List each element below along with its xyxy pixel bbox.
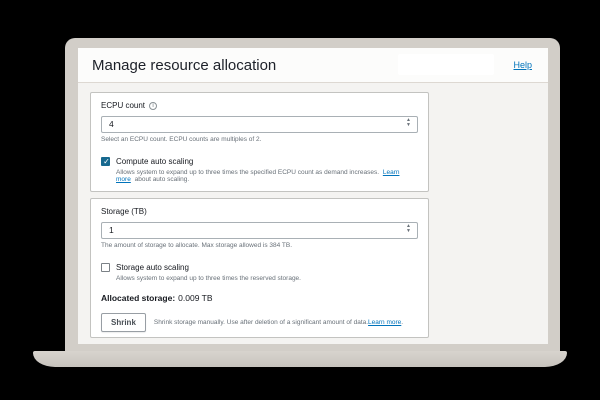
redacted-area [398, 54, 494, 75]
stepper-down-icon[interactable]: ▼ [406, 123, 411, 128]
page-header: Manage resource allocation Help [78, 48, 548, 83]
ecpu-count-input[interactable] [101, 116, 418, 133]
ecpu-input-wrap: ▲ ▼ [101, 114, 418, 133]
compute-autoscaling-description-text: Allows system to expand up to three time… [116, 169, 379, 176]
storage-input-wrap: ▲ ▼ [101, 220, 418, 239]
laptop-bezel: Manage resource allocation Help ECPU cou… [65, 38, 560, 351]
storage-stepper[interactable]: ▲ ▼ [404, 222, 413, 235]
storage-tb-label: Storage (TB) [101, 207, 147, 216]
storage-helper-text: The amount of storage to allocate. Max s… [101, 242, 418, 249]
allocated-storage-row: Allocated storage:0.009 TB [101, 293, 418, 303]
storage-section-card: Storage (TB) ▲ ▼ The amount of storage t… [90, 198, 429, 338]
help-link[interactable]: Help [513, 60, 532, 70]
compute-autoscaling-label[interactable]: Compute auto scaling [116, 157, 193, 166]
compute-autoscaling-row[interactable]: ✓ Compute auto scaling [101, 157, 418, 166]
info-icon[interactable]: i [149, 102, 157, 110]
learn-more-shrink-link[interactable]: Learn more [368, 319, 401, 326]
ecpu-label-row: ECPU count i [101, 101, 418, 110]
shrink-row: Shrink Shrink storage manually. Use afte… [101, 313, 418, 332]
shrink-description: Shrink storage manually. Use after delet… [154, 319, 403, 326]
device-mockup-stage: Manage resource allocation Help ECPU cou… [0, 0, 600, 400]
compute-autoscaling-description-suffix: about auto scaling. [135, 176, 190, 183]
compute-autoscaling-description: Allows system to expand up to three time… [116, 169, 418, 183]
compute-section-card: ECPU count i ▲ ▼ Select an ECPU count. E… [90, 92, 429, 192]
ecpu-stepper[interactable]: ▲ ▼ [404, 116, 413, 129]
shrink-description-text: Shrink storage manually. Use after delet… [154, 319, 368, 326]
checkbox-check-icon: ✓ [102, 157, 111, 167]
form-content: ECPU count i ▲ ▼ Select an ECPU count. E… [78, 84, 548, 344]
storage-autoscaling-checkbox[interactable] [101, 263, 110, 272]
compute-autoscaling-checkbox[interactable]: ✓ [101, 157, 110, 166]
shrink-description-suffix: . [401, 319, 403, 326]
page-title: Manage resource allocation [92, 57, 276, 74]
storage-autoscaling-label[interactable]: Storage auto scaling [116, 263, 189, 272]
shrink-button[interactable]: Shrink [101, 313, 146, 332]
storage-label-row: Storage (TB) [101, 207, 418, 216]
storage-autoscaling-description: Allows system to expand up to three time… [116, 275, 418, 282]
storage-autoscaling-description-text: Allows system to expand up to three time… [116, 275, 301, 282]
stepper-down-icon[interactable]: ▼ [406, 229, 411, 234]
storage-autoscaling-row[interactable]: Storage auto scaling [101, 263, 418, 272]
storage-tb-input[interactable] [101, 222, 418, 239]
ecpu-count-label: ECPU count [101, 101, 145, 110]
allocated-storage-value: 0.009 TB [178, 293, 212, 303]
laptop-base [33, 351, 567, 367]
allocated-storage-label: Allocated storage: [101, 293, 175, 303]
ecpu-helper-text: Select an ECPU count. ECPU counts are mu… [101, 136, 418, 143]
laptop-screen: Manage resource allocation Help ECPU cou… [78, 48, 548, 344]
